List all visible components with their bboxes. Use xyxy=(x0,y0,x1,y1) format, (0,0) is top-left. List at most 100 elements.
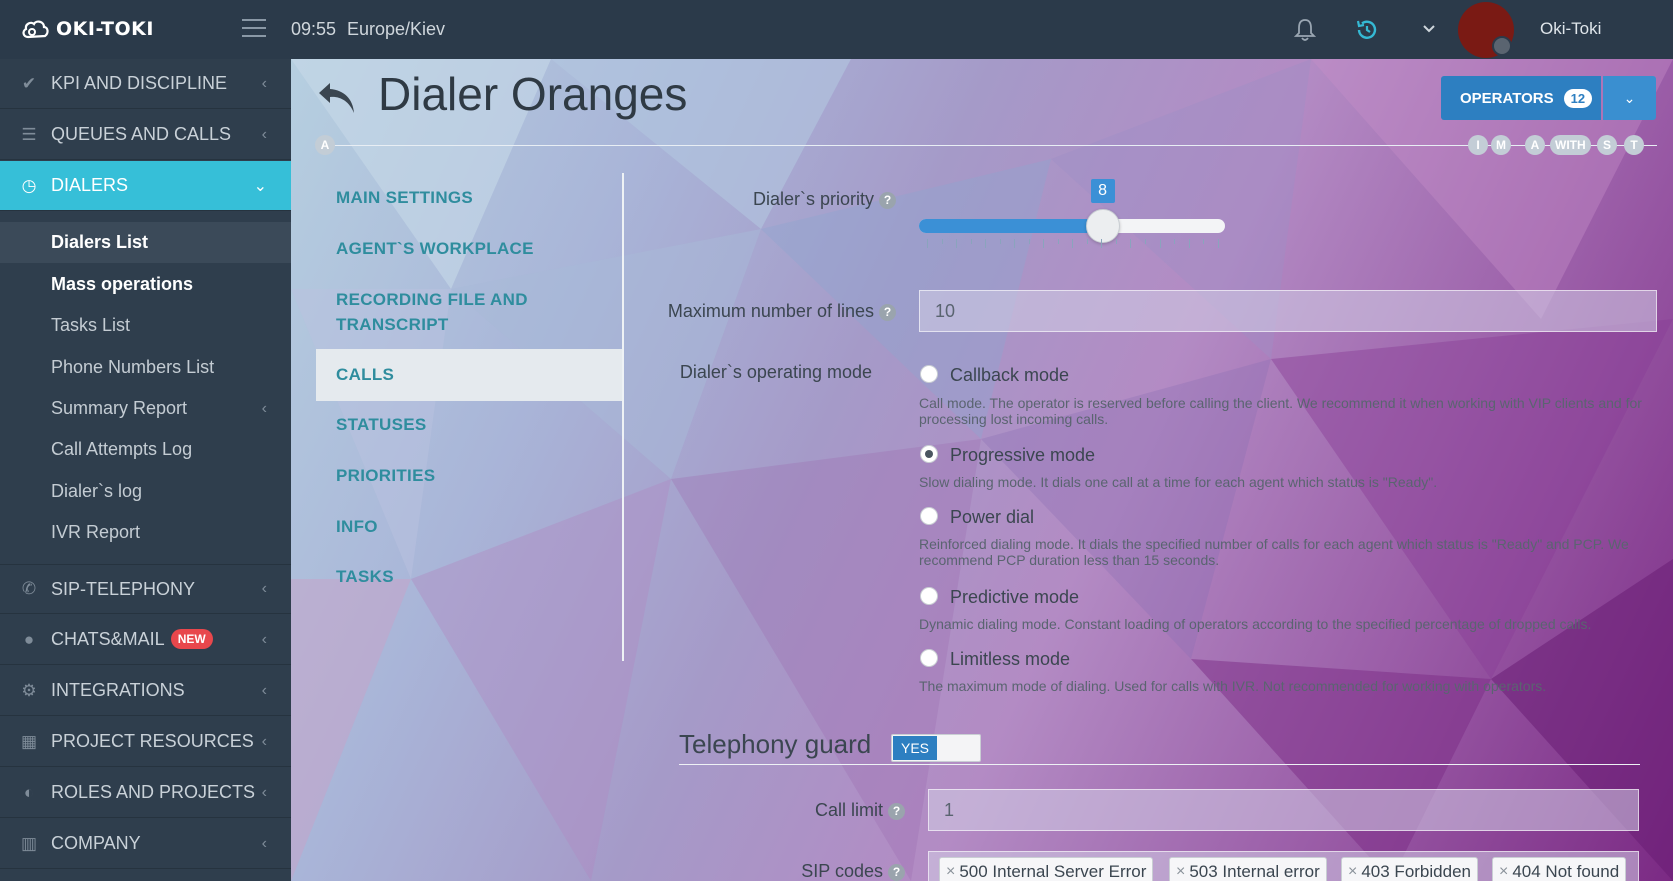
chip-t[interactable]: T xyxy=(1624,135,1644,155)
slider-tick xyxy=(970,239,972,244)
slider-tick xyxy=(1101,239,1103,248)
menu-agents-workplace[interactable]: AGENT`S WORKPLACE xyxy=(336,236,534,261)
sidebar-item-project-resources[interactable]: ▦ PROJECT RESOURCES ‹ xyxy=(0,717,291,767)
sidebar-item-queues[interactable]: ☰ QUEUES AND CALLS ‹ xyxy=(0,110,291,160)
sidebar-item-label: QUEUES AND CALLS xyxy=(51,124,232,144)
sidebar-subitem-call-attempts[interactable]: Call Attempts Log xyxy=(0,429,291,470)
list-icon: ☰ xyxy=(21,124,37,144)
sidebar-item-integrations[interactable]: ⚙ INTEGRATIONS ‹ xyxy=(0,666,291,716)
sip-code-text: 403 Forbidden xyxy=(1361,862,1471,881)
sidebar-subitem-phone-numbers[interactable]: Phone Numbers List xyxy=(0,347,291,388)
sidebar: ✔ KPI AND DISCIPLINE ‹ ☰ QUEUES AND CALL… xyxy=(0,59,291,881)
chevron-down-icon[interactable] xyxy=(1422,24,1436,34)
sidebar-subitem-summary-report[interactable]: Summary Report ‹ xyxy=(0,388,291,429)
max-lines-input[interactable]: 10 xyxy=(919,290,1657,332)
new-badge: NEW xyxy=(170,629,213,649)
radio-callback-mode[interactable] xyxy=(920,365,938,383)
progressive-mode-label[interactable]: Progressive mode xyxy=(950,445,1095,466)
top-bar: OKI-TOKI 09:55 Europe/Kiev Oki-Toki xyxy=(0,0,1673,59)
sidebar-item-kpi[interactable]: ✔ KPI AND DISCIPLINE ‹ xyxy=(0,59,291,109)
chip-m[interactable]: M xyxy=(1491,135,1511,155)
history-icon[interactable] xyxy=(1355,18,1379,42)
menu-info[interactable]: INFO xyxy=(336,514,378,539)
slider-tick xyxy=(941,239,943,244)
logo-text: OKI-TOKI xyxy=(56,18,154,40)
menu-toggle-icon[interactable] xyxy=(242,19,266,39)
divider xyxy=(327,145,1657,146)
help-icon[interactable]: ? xyxy=(888,864,905,881)
operators-dropdown-button[interactable]: ⌄ xyxy=(1603,76,1656,120)
sidebar-subitem-dialers-list[interactable]: Dialers List xyxy=(0,222,291,263)
chip-with[interactable]: WITH xyxy=(1550,135,1591,155)
sidebar-item-roles[interactable]: ◐ ROLES AND PROJECTS ‹ xyxy=(0,768,291,818)
sip-code-tag[interactable]: × 404 Not found xyxy=(1492,857,1627,881)
sidebar-subitem-dialers-log[interactable]: Dialer`s log xyxy=(0,471,291,512)
gears-icon: ⚙ xyxy=(21,680,37,700)
menu-recording-file[interactable]: RECORDING FILE AND TRANSCRIPT xyxy=(336,287,596,337)
radio-power-dial[interactable] xyxy=(920,507,938,525)
bell-icon[interactable] xyxy=(1294,18,1316,42)
sidebar-item-label: SIP-TELEPHONY xyxy=(51,578,196,599)
radio-limitless-mode[interactable] xyxy=(920,649,938,667)
sidebar-subitem-label: Dialers List xyxy=(51,232,149,252)
menu-statuses[interactable]: STATUSES xyxy=(336,412,427,437)
user-name[interactable]: Oki-Toki xyxy=(1540,19,1601,39)
sip-code-tag[interactable]: × 503 Internal error xyxy=(1169,857,1327,881)
help-icon[interactable]: ? xyxy=(888,803,905,820)
sip-code-text: 404 Not found xyxy=(1512,862,1620,881)
slider-tick xyxy=(1072,239,1074,248)
chip-a-left[interactable]: A xyxy=(315,135,335,155)
back-arrow-icon[interactable] xyxy=(316,79,358,117)
radio-progressive-mode[interactable] xyxy=(920,445,938,463)
chip-a[interactable]: A xyxy=(1525,135,1545,155)
call-limit-input[interactable]: 1 xyxy=(928,789,1639,831)
sip-code-tag[interactable]: × 403 Forbidden xyxy=(1341,857,1478,881)
sidebar-subitem-mass-operations[interactable]: Mass operations xyxy=(0,264,291,305)
operators-button[interactable]: OPERATORS 12 xyxy=(1441,76,1601,120)
chip-i[interactable]: I xyxy=(1468,135,1488,155)
sidebar-item-chats[interactable]: ● CHATS&MAIL NEW ‹ xyxy=(0,615,291,665)
clock-time: 09:55 xyxy=(291,19,337,39)
predictive-mode-label[interactable]: Predictive mode xyxy=(950,587,1079,608)
chevron-left-icon: ‹ xyxy=(261,74,267,92)
help-icon[interactable]: ? xyxy=(879,304,896,321)
sidebar-subitem-label: Mass operations xyxy=(51,274,194,294)
progressive-mode-desc: Slow dialing mode. It dials one call at … xyxy=(919,474,1438,490)
remove-icon[interactable]: × xyxy=(946,863,955,881)
menu-calls[interactable]: CALLS xyxy=(336,362,394,387)
callback-mode-desc: Call mode. The operator is reserved befo… xyxy=(919,395,1642,427)
menu-main-settings[interactable]: MAIN SETTINGS xyxy=(336,185,473,210)
menu-tasks[interactable]: TASKS xyxy=(336,564,394,589)
logo[interactable]: OKI-TOKI xyxy=(20,17,154,41)
chevron-left-icon: ‹ xyxy=(261,580,267,597)
menu-priorities[interactable]: PRIORITIES xyxy=(336,463,435,488)
help-icon[interactable]: ? xyxy=(879,192,896,209)
chevron-left-icon: ‹ xyxy=(261,681,267,699)
call-limit-label: Call limit xyxy=(814,800,883,820)
remove-icon[interactable]: × xyxy=(1348,863,1357,881)
mode-label: Dialer`s operating mode xyxy=(679,362,872,382)
sidebar-item-company[interactable]: ▥ COMPANY ‹ xyxy=(0,819,291,869)
slider-tick xyxy=(1203,239,1205,244)
timezone[interactable]: Europe/Kiev xyxy=(347,19,445,40)
sidebar-subitem-tasks-list[interactable]: Tasks List xyxy=(0,305,291,346)
chevron-left-icon: ‹ xyxy=(261,630,267,648)
limitless-mode-label[interactable]: Limitless mode xyxy=(950,649,1070,670)
toggle-yes[interactable]: YES xyxy=(893,736,937,760)
callback-mode-label[interactable]: Callback mode xyxy=(950,365,1069,386)
sidebar-item-dialers[interactable]: ◷ DIALERS ⌄ xyxy=(0,161,291,211)
phone-icon: ✆ xyxy=(21,579,37,598)
remove-icon[interactable]: × xyxy=(1499,863,1508,881)
remove-icon[interactable]: × xyxy=(1176,863,1185,881)
slider-tick xyxy=(1115,239,1117,244)
sidebar-subitem-label: Tasks List xyxy=(51,315,131,335)
priority-slider-handle[interactable] xyxy=(1085,209,1120,243)
chip-s[interactable]: S xyxy=(1597,135,1617,155)
sidebar-subitem-ivr-report[interactable]: IVR Report xyxy=(0,512,291,553)
radio-predictive-mode[interactable] xyxy=(920,587,938,605)
slider-tick xyxy=(956,239,958,248)
sidebar-item-sip[interactable]: ✆ SIP-TELEPHONY ‹ xyxy=(0,564,291,614)
sip-code-tag[interactable]: × 500 Internal Server Error xyxy=(939,857,1154,881)
max-lines-label: Maximum number of lines xyxy=(667,301,874,321)
power-dial-label[interactable]: Power dial xyxy=(950,507,1034,528)
